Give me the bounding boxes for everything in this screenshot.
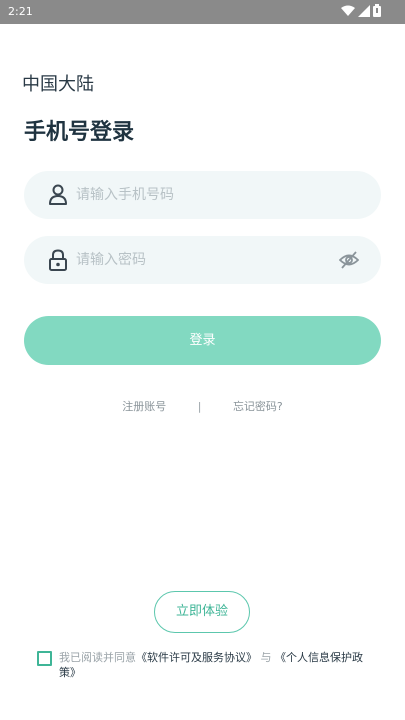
eye-off-icon[interactable] (339, 250, 359, 270)
password-input[interactable] (76, 236, 346, 284)
page-title: 手机号登录 (24, 120, 135, 145)
status-bar: 2:21 (0, 0, 405, 24)
wifi-icon (341, 5, 355, 16)
lock-icon (49, 249, 67, 271)
agreement-conj: 与 (260, 651, 272, 664)
phone-field[interactable] (24, 171, 381, 219)
agreement-prefix: 我已阅读并同意 (59, 651, 136, 664)
user-icon (49, 184, 67, 205)
phone-input[interactable] (76, 171, 346, 219)
status-icons (341, 4, 381, 17)
battery-icon (373, 4, 381, 17)
auth-links: 注册账号 | 忘记密码? (0, 398, 405, 414)
password-field[interactable] (24, 236, 381, 284)
agreement-checkbox[interactable] (37, 651, 52, 666)
agreement-text: 我已阅读并同意《软件许可及服务协议》 与 《个人信息保护政策》 (59, 650, 379, 680)
login-button[interactable]: 登录 (24, 316, 381, 365)
signal-icon (358, 4, 370, 17)
forgot-password-link[interactable]: 忘记密码? (233, 398, 283, 414)
try-now-button[interactable]: 立即体验 (154, 591, 250, 633)
register-link[interactable]: 注册账号 (122, 398, 166, 414)
link-separator: | (197, 399, 202, 413)
license-link[interactable]: 《软件许可及服务协议》 (136, 651, 257, 664)
region-selector[interactable]: 中国大陆 (22, 70, 94, 96)
status-time: 2:21 (8, 5, 33, 18)
